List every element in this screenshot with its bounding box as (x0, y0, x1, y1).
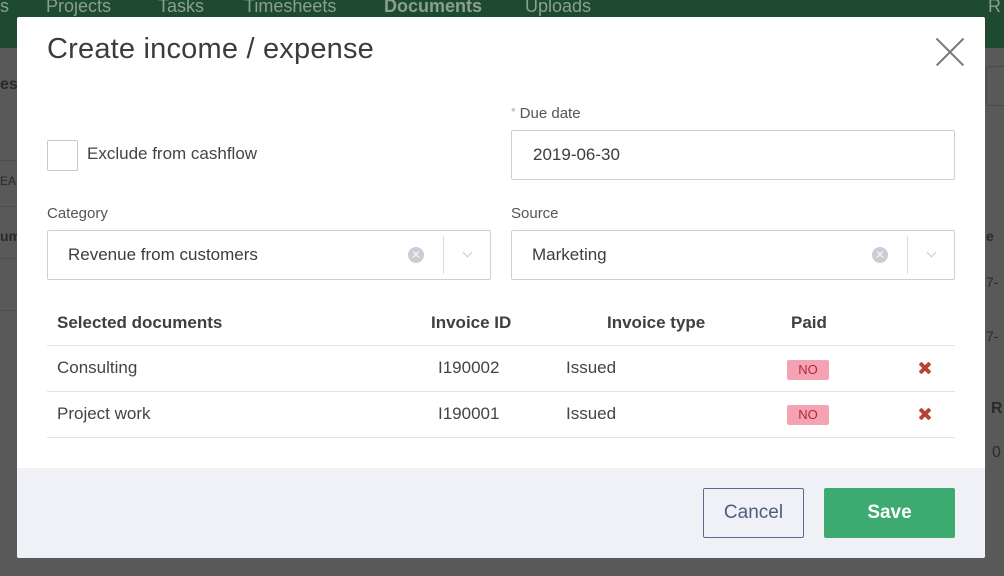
due-date-label-text: Due date (519, 105, 581, 122)
category-value: Revenue from customers (68, 245, 258, 264)
exclude-cashflow-label[interactable]: Exclude from cashflow (87, 144, 257, 164)
exclude-cashflow-checkbox[interactable] (47, 140, 78, 171)
category-select[interactable]: Revenue from customers (47, 230, 491, 280)
invoice-id: I190002 (438, 358, 500, 377)
create-income-expense-modal: Create income / expense Exclude from cas… (17, 17, 985, 558)
invoice-type: Issued (566, 404, 617, 423)
bg-fragment: R (991, 400, 1003, 417)
bg-nav-tasks: Tasks (158, 0, 205, 16)
remove-icon[interactable] (917, 406, 933, 422)
bg-box (986, 66, 1004, 106)
chevron-down-icon[interactable] (924, 247, 940, 263)
bg-nav-documents: Documents (384, 0, 483, 16)
column-header-paid: Paid (791, 313, 827, 332)
bg-fragment: es (0, 76, 18, 93)
bg-nav-uploads: Uploads (525, 0, 592, 16)
bg-divider (0, 310, 17, 311)
document-name: Consulting (57, 358, 138, 377)
select-divider (443, 236, 444, 274)
save-button[interactable]: Save (824, 488, 955, 538)
due-date-label: * Due date (511, 105, 581, 122)
bg-nav-item-right: R (988, 0, 1001, 16)
category-label: Category (47, 205, 108, 222)
bg-fragment: 7- (986, 328, 999, 344)
source-select[interactable]: Marketing (511, 230, 955, 280)
clear-icon[interactable] (408, 247, 424, 263)
due-date-input[interactable] (511, 130, 955, 180)
bg-fragment: 0 (992, 444, 1001, 461)
clear-icon[interactable] (872, 247, 888, 263)
close-icon[interactable] (935, 37, 965, 67)
bg-divider (0, 258, 17, 259)
source-value: Marketing (532, 245, 607, 264)
bg-nav-projects: Projects (46, 0, 112, 16)
source-label: Source (511, 205, 559, 222)
bg-nav-item: s (0, 0, 9, 16)
bg-fragment: EA (0, 174, 17, 188)
modal-title: Create income / expense (47, 33, 374, 65)
column-header-selected-documents: Selected documents (57, 313, 223, 332)
document-name: Project work (57, 404, 151, 423)
column-header-invoice-type: Invoice type (607, 313, 706, 332)
select-divider (907, 236, 908, 274)
table-divider (47, 345, 955, 346)
paid-status-badge: NO (787, 360, 829, 380)
table-divider (47, 437, 955, 438)
bg-divider (0, 160, 17, 161)
bg-nav-timesheets: Timesheets (244, 0, 337, 16)
required-mark: * (511, 105, 516, 119)
paid-status-badge: NO (787, 405, 829, 425)
cancel-button[interactable]: Cancel (703, 488, 804, 538)
bg-fragment: 7- (986, 274, 999, 290)
column-header-invoice-id: Invoice ID (431, 313, 512, 332)
invoice-id: I190001 (438, 404, 500, 423)
chevron-down-icon[interactable] (460, 247, 476, 263)
invoice-type: Issued (566, 358, 617, 377)
bg-divider (0, 206, 17, 207)
table-divider (47, 391, 955, 392)
bg-fragment: e (986, 228, 994, 244)
modal-footer: Cancel Save (17, 468, 985, 558)
remove-icon[interactable] (917, 360, 933, 376)
